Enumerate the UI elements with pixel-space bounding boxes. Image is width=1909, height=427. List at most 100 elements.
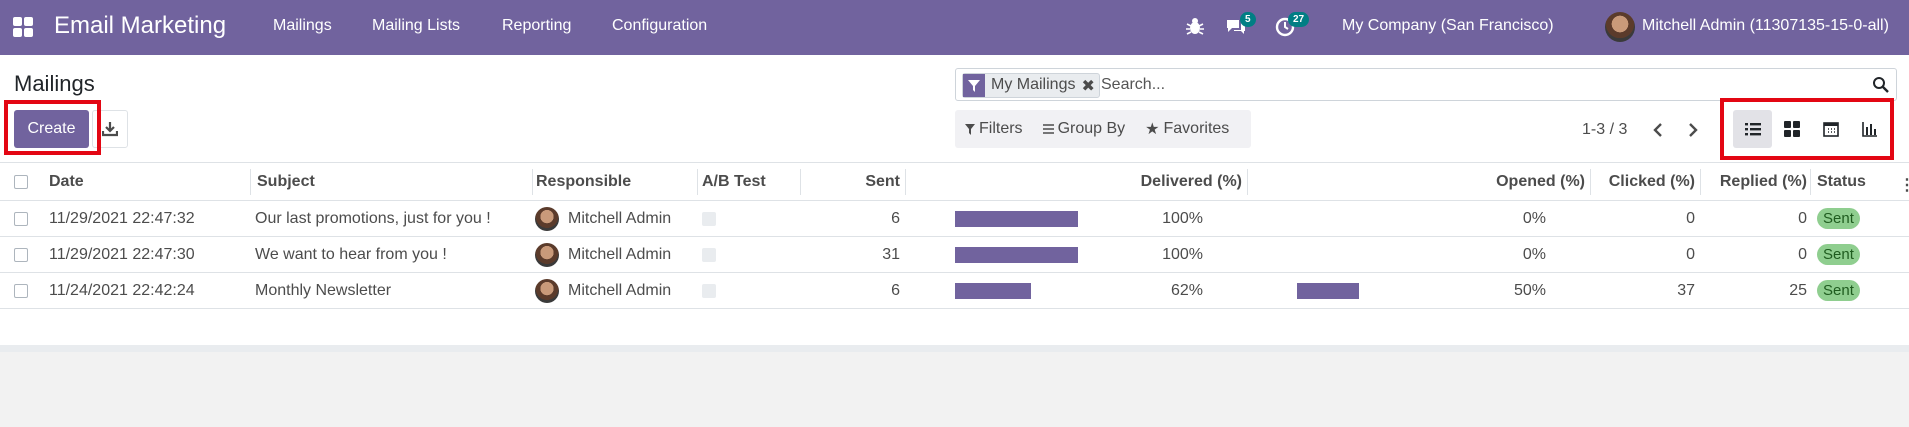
row-responsible[interactable]: Mitchell Admin [535, 201, 671, 236]
opened-progress-bar [1297, 283, 1420, 299]
download-button[interactable] [92, 110, 128, 148]
row-responsible[interactable]: Mitchell Admin [535, 237, 671, 272]
status-badge: Sent [1817, 208, 1860, 229]
row-delivered: 62% [1170, 281, 1203, 299]
opened-progress-fill [1297, 283, 1359, 299]
row-subject: Our last promotions, just for you ! [255, 209, 491, 227]
row-ab-test-checkbox [702, 201, 716, 236]
pager-value[interactable]: 1-3 / 3 [1582, 121, 1627, 139]
user-menu[interactable]: Mitchell Admin (11307135-15-0-all) [1642, 17, 1889, 35]
menu-reporting[interactable]: Reporting [502, 17, 571, 35]
row-sent: 6 [891, 281, 900, 299]
menu-configuration[interactable]: Configuration [612, 17, 707, 35]
delivered-progress-fill [955, 211, 1078, 227]
graph-view-icon [1861, 122, 1877, 137]
row-date: 11/24/2021 22:42:24 [49, 281, 195, 299]
mailings-list: Date Subject Responsible A/B Test Sent D… [0, 163, 1909, 350]
star-icon: ★ [1145, 121, 1160, 138]
groupby-dropdown[interactable]: Group By [1033, 120, 1136, 138]
row-sent: 31 [882, 245, 900, 263]
row-ab-test-checkbox [702, 273, 716, 308]
column-sent[interactable]: Sent [800, 163, 900, 200]
column-separator [697, 169, 698, 195]
search-facet-my-mailings: My Mailings ✖ [962, 73, 1100, 98]
column-ab-test[interactable]: A/B Test [702, 163, 766, 200]
table-row[interactable]: 11/29/2021 22:47:32 Our last promotions, … [0, 201, 1909, 237]
facet-remove-icon[interactable]: ✖ [1081, 74, 1098, 97]
graph-view-button[interactable] [1850, 110, 1889, 148]
row-replied: 0 [1798, 209, 1807, 227]
messages-counter: 5 [1240, 12, 1256, 27]
row-sent: 6 [891, 209, 900, 227]
table-row[interactable]: 11/24/2021 22:42:24 Monthly Newsletter Mit… [0, 273, 1909, 309]
row-checkbox[interactable] [14, 201, 28, 236]
list-view-icon [1744, 123, 1761, 136]
calendar-view-icon [1822, 122, 1839, 137]
funnel-icon [963, 74, 985, 97]
row-status: Sent [1817, 201, 1860, 236]
pager-previous-icon[interactable] [1650, 121, 1666, 139]
row-date: 11/29/2021 22:47:30 [49, 245, 195, 263]
column-separator [532, 169, 533, 195]
row-delivered: 100% [1162, 209, 1203, 227]
row-checkbox[interactable] [14, 237, 28, 272]
column-clicked[interactable]: Clicked (%) [1590, 163, 1695, 200]
page-title: Mailings [14, 71, 95, 96]
funnel-icon [965, 123, 975, 135]
column-subject[interactable]: Subject [257, 163, 315, 200]
row-delivered: 100% [1162, 245, 1203, 263]
create-button[interactable]: Create [14, 110, 89, 148]
row-clicked: 37 [1677, 281, 1695, 299]
delivered-progress-bar [955, 283, 1078, 299]
row-clicked: 0 [1686, 245, 1695, 263]
optional-columns-toggle[interactable]: ⋮ [1899, 175, 1909, 195]
list-view-button[interactable] [1733, 110, 1772, 148]
column-responsible[interactable]: Responsible [536, 163, 631, 200]
menu-mailing-lists[interactable]: Mailing Lists [372, 17, 460, 35]
opened-progress-bar [1297, 247, 1420, 263]
company-switcher[interactable]: My Company (San Francisco) [1342, 17, 1554, 35]
status-badge: Sent [1817, 280, 1860, 301]
list-footer-divider [0, 345, 1909, 352]
filters-dropdown[interactable]: Filters [955, 120, 1033, 138]
favorites-dropdown[interactable]: ★ Favorites [1135, 119, 1239, 139]
table-row[interactable]: 11/29/2021 22:47:30 We want to hear from … [0, 237, 1909, 273]
user-avatar[interactable] [1605, 12, 1635, 42]
calendar-view-button[interactable] [1811, 110, 1850, 148]
magnifier-icon[interactable] [1872, 76, 1890, 94]
delivered-progress-fill [955, 247, 1078, 263]
app-title[interactable]: Email Marketing [54, 12, 226, 40]
responsible-name: Mitchell Admin [568, 209, 672, 227]
table-header-row: Date Subject Responsible A/B Test Sent D… [0, 163, 1909, 201]
row-subject: We want to hear from you ! [255, 245, 447, 263]
filters-label: Filters [979, 120, 1023, 137]
row-opened: 0% [1522, 209, 1546, 227]
select-all-checkbox[interactable] [14, 163, 28, 200]
column-delivered[interactable]: Delivered (%) [905, 163, 1242, 200]
apps-menu-icon[interactable] [13, 17, 33, 37]
status-badge: Sent [1817, 244, 1860, 265]
avatar [535, 278, 559, 303]
search-box: My Mailings ✖ [955, 68, 1897, 101]
column-date[interactable]: Date [49, 163, 84, 200]
groupby-label: Group By [1057, 120, 1126, 137]
favorites-label: Favorites [1163, 120, 1230, 137]
top-navbar: Email Marketing Mailings Mailing Lists R… [0, 0, 1909, 55]
facet-label: My Mailings [991, 76, 1076, 93]
column-status[interactable]: Status [1817, 163, 1866, 200]
responsible-name: Mitchell Admin [568, 245, 672, 263]
row-responsible[interactable]: Mitchell Admin [535, 273, 671, 308]
menu-mailings[interactable]: Mailings [273, 17, 332, 35]
row-replied: 25 [1789, 281, 1807, 299]
kanban-view-button[interactable] [1772, 110, 1811, 148]
row-checkbox[interactable] [14, 273, 28, 308]
bug-icon[interactable] [1183, 15, 1207, 39]
delivered-progress-fill [955, 283, 1032, 299]
search-input[interactable] [1101, 74, 1841, 96]
column-opened[interactable]: Opened (%) [1247, 163, 1585, 200]
column-separator [1810, 169, 1811, 195]
row-opened: 0% [1522, 245, 1546, 263]
column-replied[interactable]: Replied (%) [1700, 163, 1807, 200]
pager-next-icon[interactable] [1685, 121, 1701, 139]
avatar [535, 206, 559, 231]
